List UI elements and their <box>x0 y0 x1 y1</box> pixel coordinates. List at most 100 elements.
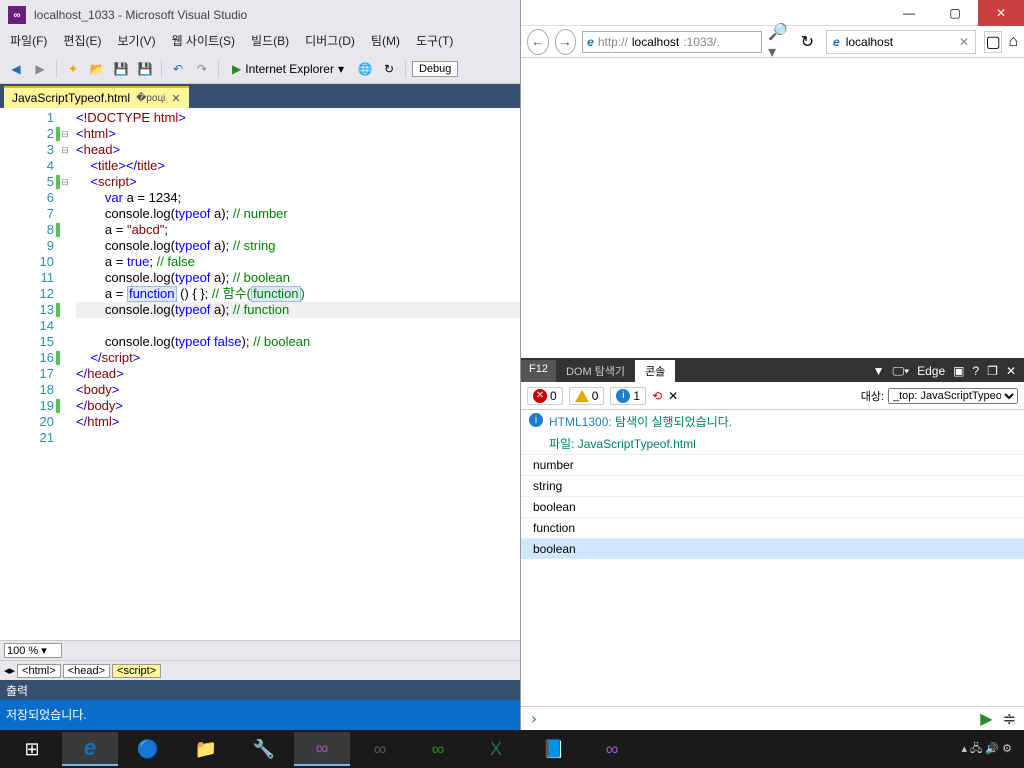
vs-menu-bar: 파일(F) 편집(E) 보기(V) 웹 사이트(S) 빌드(B) 디버그(D) 팀(M) 도구… <box>0 30 520 54</box>
breadcrumb-item[interactable]: <head> <box>63 664 110 678</box>
editor-tab[interactable]: JavaScriptTypeof.html �році ✕ <box>4 86 189 108</box>
close-tab-icon[interactable]: ✕ <box>959 35 969 49</box>
menu-item[interactable]: 빌드(B) <box>247 30 293 54</box>
breadcrumb-item[interactable]: <script> <box>112 664 161 678</box>
vs-title-bar: ∞ localhost_1033 - Microsoft Visual Stud… <box>0 0 520 30</box>
zoom-select[interactable]: 100 % ▾ <box>4 643 62 658</box>
ie-nav-bar: ← → e http://localhost:1033/. 🔎 ▾ ↻ e lo… <box>521 26 1024 58</box>
taskbar-vs-1[interactable]: ∞ <box>294 732 350 766</box>
vs-title-text: localhost_1033 - Microsoft Visual Studio <box>34 8 247 22</box>
console-log-line[interactable]: function <box>521 517 1024 538</box>
refresh-icon[interactable]: ↻ <box>379 59 399 79</box>
code-body[interactable]: <!DOCTYPE html><html><head> <title></tit… <box>72 108 520 640</box>
help-icon[interactable]: ? <box>972 364 979 378</box>
emulation-icon[interactable]: 🖵▾ <box>893 364 910 379</box>
clear-console-icon[interactable]: ✕ <box>668 389 678 403</box>
play-icon: ▶ <box>232 62 241 76</box>
nav-back-icon[interactable]: ◀ <box>6 59 26 79</box>
console-prompt-icon[interactable]: › <box>529 709 539 728</box>
tab-title: localhost <box>846 35 893 49</box>
menu-item[interactable]: 편집(E) <box>59 30 105 54</box>
open-icon[interactable]: 📂 <box>87 59 107 79</box>
browser-icon[interactable]: 🌐 <box>355 59 375 79</box>
search-dropdown-icon[interactable]: 🔎 ▾ <box>768 22 794 62</box>
devtools-tab-bar: F12 DOM 탐색기 콘솔 ▼ 🖵▾ Edge ▣ ? ❐ ✕ <box>521 360 1024 382</box>
minimize-button[interactable]: — <box>886 0 932 26</box>
ie-logo-icon: e <box>587 35 594 49</box>
close-window-button[interactable]: ✕ <box>978 0 1024 26</box>
reload-icon[interactable]: ↻ <box>801 32 814 52</box>
devtools-panel: F12 DOM 탐색기 콘솔 ▼ 🖵▾ Edge ▣ ? ❐ ✕ ✕0 0 i1… <box>521 358 1024 730</box>
back-button[interactable]: ← <box>527 29 549 55</box>
menu-item[interactable]: 도구(T) <box>412 30 457 54</box>
browser-tab[interactable]: e localhost ✕ <box>826 30 976 54</box>
console-log-line[interactable]: boolean <box>521 538 1024 559</box>
menu-item[interactable]: 디버그(D) <box>301 30 359 54</box>
new-tab-button[interactable]: ▢ <box>984 31 1002 53</box>
page-content <box>521 58 1024 358</box>
warning-filter[interactable]: 0 <box>569 387 605 405</box>
ie-tab-icon: e <box>833 35 840 49</box>
console-log-line[interactable]: number <box>521 454 1024 475</box>
zoom-bar: 100 % ▾ <box>0 640 520 660</box>
code-editor[interactable]: 123456789101112131415161718192021 ⊟⊟⊟ <!… <box>0 108 520 640</box>
visual-studio-window: ∞ localhost_1033 - Microsoft Visual Stud… <box>0 0 520 730</box>
pin-devtools-icon[interactable]: ▼ <box>873 364 885 378</box>
breadcrumb-bar: ◂▸ <html><head><script> <box>0 660 520 680</box>
run-button[interactable]: ▶ Internet Explorer ▾ <box>225 60 351 78</box>
console-log-line[interactable]: string <box>521 475 1024 496</box>
save-all-icon[interactable]: 💾 <box>135 59 155 79</box>
taskbar-excel[interactable]: X <box>468 732 524 766</box>
console-output[interactable]: i HTML1300: 탐색이 실행되었습니다. 파일: JavaScriptT… <box>521 410 1024 706</box>
undock-icon[interactable]: ❐ <box>987 364 998 378</box>
edge-mode-label[interactable]: Edge <box>917 364 945 378</box>
tab-console[interactable]: 콘솔 <box>635 360 675 382</box>
nav-fwd-icon[interactable]: ▶ <box>30 59 50 79</box>
script-icon[interactable]: ▣ <box>953 364 964 378</box>
expand-console-icon[interactable]: ≑ <box>1003 709 1016 729</box>
start-button[interactable]: ⊞ <box>4 732 60 766</box>
maximize-button[interactable]: ▢ <box>932 0 978 26</box>
menu-item[interactable]: 웹 사이트(S) <box>168 30 240 54</box>
info-filter[interactable]: i1 <box>610 387 646 405</box>
clear-on-nav-icon[interactable]: ⟲ <box>652 389 662 403</box>
taskbar-tools[interactable]: 🔧 <box>236 732 292 766</box>
editor-tab-row: JavaScriptTypeof.html �році ✕ <box>0 84 520 108</box>
run-script-icon[interactable]: ▶ <box>980 709 992 729</box>
tab-dom-explorer[interactable]: DOM 탐색기 <box>556 360 635 382</box>
menu-item[interactable]: 파일(F) <box>6 30 51 54</box>
taskbar-ie[interactable]: e <box>62 732 118 766</box>
redo-icon[interactable]: ↷ <box>192 59 212 79</box>
pin-icon[interactable]: �році <box>136 93 165 104</box>
console-toolbar: ✕0 0 i1 ⟲ ✕ 대상: _top: JavaScriptTypeof.h <box>521 382 1024 410</box>
output-panel-header[interactable]: 출력 <box>0 680 520 700</box>
target-select[interactable]: _top: JavaScriptTypeof.h <box>888 388 1018 404</box>
new-item-icon[interactable]: ✦ <box>63 59 83 79</box>
address-bar[interactable]: e http://localhost:1033/. <box>582 31 762 53</box>
taskbar-vs-2[interactable]: ∞ <box>352 732 408 766</box>
vs-logo-icon: ∞ <box>8 6 26 24</box>
menu-item[interactable]: 팀(M) <box>367 30 404 54</box>
console-input-bar: › ▶ ≑ <box>521 706 1024 730</box>
taskbar-vs-3[interactable]: ∞ <box>410 732 466 766</box>
home-icon[interactable]: ⌂ <box>1008 33 1018 51</box>
taskbar-explorer[interactable]: 📁 <box>178 732 234 766</box>
taskbar-chrome[interactable]: 🔵 <box>120 732 176 766</box>
breadcrumb-nav-icon[interactable]: ◂▸ <box>4 664 15 677</box>
save-icon[interactable]: 💾 <box>111 59 131 79</box>
error-filter[interactable]: ✕0 <box>527 387 563 405</box>
fold-strip: ⊟⊟⊟ <box>58 108 72 640</box>
console-log-line[interactable]: boolean <box>521 496 1024 517</box>
close-tab-icon[interactable]: ✕ <box>171 92 180 105</box>
menu-item[interactable]: 보기(V) <box>113 30 159 54</box>
ie-window: — ▢ ✕ ← → e http://localhost:1033/. 🔎 ▾ … <box>520 0 1024 730</box>
forward-button[interactable]: → <box>555 29 577 55</box>
taskbar-notepad[interactable]: 📘 <box>526 732 582 766</box>
system-tray[interactable]: ▴ 🖧 🔊 ⚙ <box>961 740 1020 759</box>
config-select[interactable]: Debug <box>412 61 458 77</box>
undo-icon[interactable]: ↶ <box>168 59 188 79</box>
close-devtools-icon[interactable]: ✕ <box>1006 364 1016 378</box>
breadcrumb-item[interactable]: <html> <box>17 664 61 678</box>
line-gutter: 123456789101112131415161718192021 <box>0 108 58 640</box>
taskbar-vs-4[interactable]: ∞ <box>584 732 640 766</box>
